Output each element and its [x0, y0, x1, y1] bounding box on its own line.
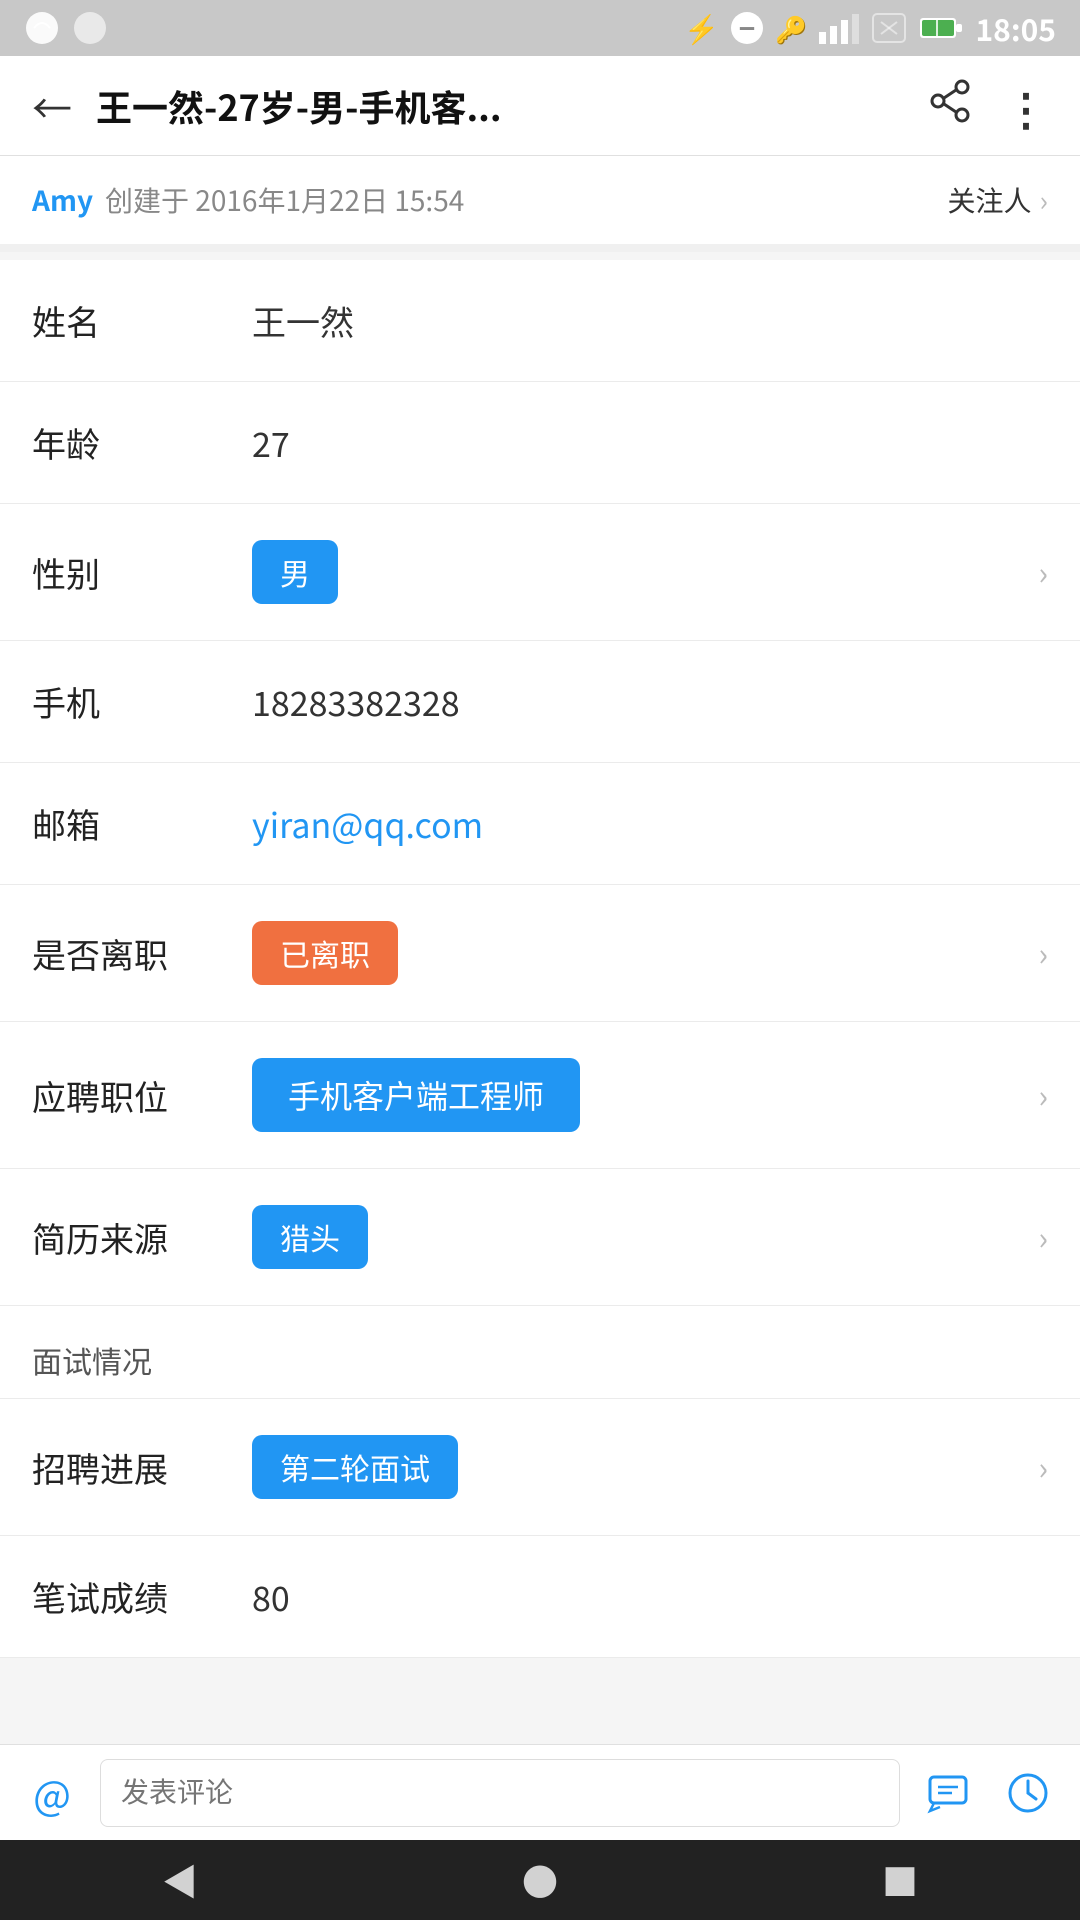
badge[interactable]: 已离职: [252, 921, 398, 985]
field-value: yiran@qq.com: [252, 799, 1048, 848]
field-label: 邮箱: [32, 799, 252, 848]
creator-info: Amy 创建于 2016年1月22日 15:54: [32, 180, 464, 220]
more-button[interactable]: ⋮: [1004, 74, 1048, 138]
field-label: 笔试成绩: [32, 1572, 252, 1621]
field-row[interactable]: 简历来源猎头 ›: [0, 1169, 1080, 1306]
nav-bar: ◀ ● ■: [0, 1840, 1080, 1920]
field-chevron-icon: ›: [1038, 1072, 1048, 1118]
field-row: 手机18283382328: [0, 641, 1080, 763]
info-bar: Amy 创建于 2016年1月22日 15:54 关注人 ›: [0, 156, 1080, 252]
nav-recent-button[interactable]: ■: [882, 1854, 918, 1906]
badge[interactable]: 男: [252, 540, 338, 604]
field-value: 80: [252, 1572, 1048, 1621]
field-chevron-icon: ›: [1038, 1444, 1048, 1490]
sim-icon: [871, 12, 907, 44]
status-bar: ⚡ − 🔑 18:05: [0, 0, 1080, 56]
field-value[interactable]: 第二轮面试: [252, 1435, 1026, 1499]
share-button[interactable]: [928, 77, 972, 135]
follower-button[interactable]: 关注人 ›: [948, 180, 1048, 220]
field-row[interactable]: 招聘进展第二轮面试 ›: [0, 1399, 1080, 1536]
page-title: 王一然-27岁-男-手机客...: [96, 80, 928, 132]
field-value[interactable]: 猎头: [252, 1205, 1026, 1269]
comment-input[interactable]: [100, 1759, 900, 1827]
field-chevron-icon: ›: [1038, 1214, 1048, 1260]
status-time: 18:05: [975, 6, 1056, 50]
field-value: 27: [252, 418, 1048, 467]
status-left-icons: [24, 10, 108, 46]
follower-label: 关注人: [948, 180, 1032, 220]
key-icon: 🔑: [775, 10, 807, 47]
field-row: 邮箱yiran@qq.com: [0, 763, 1080, 885]
nav-home-button[interactable]: ●: [522, 1854, 558, 1906]
field-row: 年龄27: [0, 382, 1080, 504]
field-label: 招聘进展: [32, 1443, 252, 1492]
field-label: 姓名: [32, 296, 252, 345]
field-value[interactable]: 已离职: [252, 921, 1026, 985]
toolbar: ← 王一然-27岁-男-手机客... ⋮: [0, 56, 1080, 156]
field-row: 笔试成绩80: [0, 1536, 1080, 1658]
signal-icon: [24, 10, 60, 46]
field-label: 性别: [32, 548, 252, 597]
field-label: 应聘职位: [32, 1071, 252, 1120]
clock-icon: [1006, 1771, 1050, 1815]
field-row[interactable]: 是否离职已离职 ›: [0, 885, 1080, 1022]
field-label: 是否离职: [32, 929, 252, 978]
nav-back-button[interactable]: ◀: [162, 1854, 198, 1906]
clock-icon-button[interactable]: [996, 1761, 1060, 1825]
field-label: 手机: [32, 677, 252, 726]
signal-bars-icon: [819, 12, 859, 44]
badge[interactable]: 手机客户端工程师: [252, 1058, 580, 1132]
recruit-fields-section: 招聘进展第二轮面试 › 笔试成绩80: [0, 1399, 1080, 1658]
field-row[interactable]: 性别男 ›: [0, 504, 1080, 641]
field-label: 年龄: [32, 418, 252, 467]
badge[interactable]: 第二轮面试: [252, 1435, 458, 1499]
battery-icon: [919, 14, 963, 42]
field-row[interactable]: 应聘职位手机客户端工程师 ›: [0, 1022, 1080, 1169]
comment-bar: @: [0, 1744, 1080, 1840]
minus-icon: −: [731, 12, 763, 44]
field-value: 18283382328: [252, 677, 1048, 726]
share-icon: [928, 79, 972, 123]
field-value: 王一然: [252, 296, 1048, 345]
field-label: 简历来源: [32, 1213, 252, 1262]
field-row: 姓名王一然: [0, 260, 1080, 382]
field-chevron-icon: ›: [1038, 930, 1048, 976]
at-button[interactable]: @: [20, 1761, 84, 1825]
field-chevron-icon: ›: [1038, 549, 1048, 595]
field-value[interactable]: 手机客户端工程师: [252, 1058, 1026, 1132]
fields-section: 姓名王一然年龄27性别男›手机18283382328邮箱yiran@qq.com…: [0, 260, 1080, 1306]
created-label: 创建于 2016年1月22日 15:54: [105, 180, 464, 220]
comment-icon-button[interactable]: [916, 1761, 980, 1825]
wifi-icon: [72, 10, 108, 46]
section-header: 面试情况: [0, 1306, 1080, 1399]
status-right-icons: ⚡ − 🔑 18:05: [684, 6, 1056, 50]
comment-icon: [926, 1771, 970, 1815]
badge[interactable]: 猎头: [252, 1205, 368, 1269]
bluetooth-icon: ⚡: [684, 8, 719, 48]
follower-chevron: ›: [1040, 180, 1048, 220]
back-button[interactable]: ←: [32, 77, 72, 135]
content-area: 姓名王一然年龄27性别男›手机18283382328邮箱yiran@qq.com…: [0, 260, 1080, 1838]
field-value[interactable]: 男: [252, 540, 1026, 604]
creator-name: Amy: [32, 180, 93, 220]
